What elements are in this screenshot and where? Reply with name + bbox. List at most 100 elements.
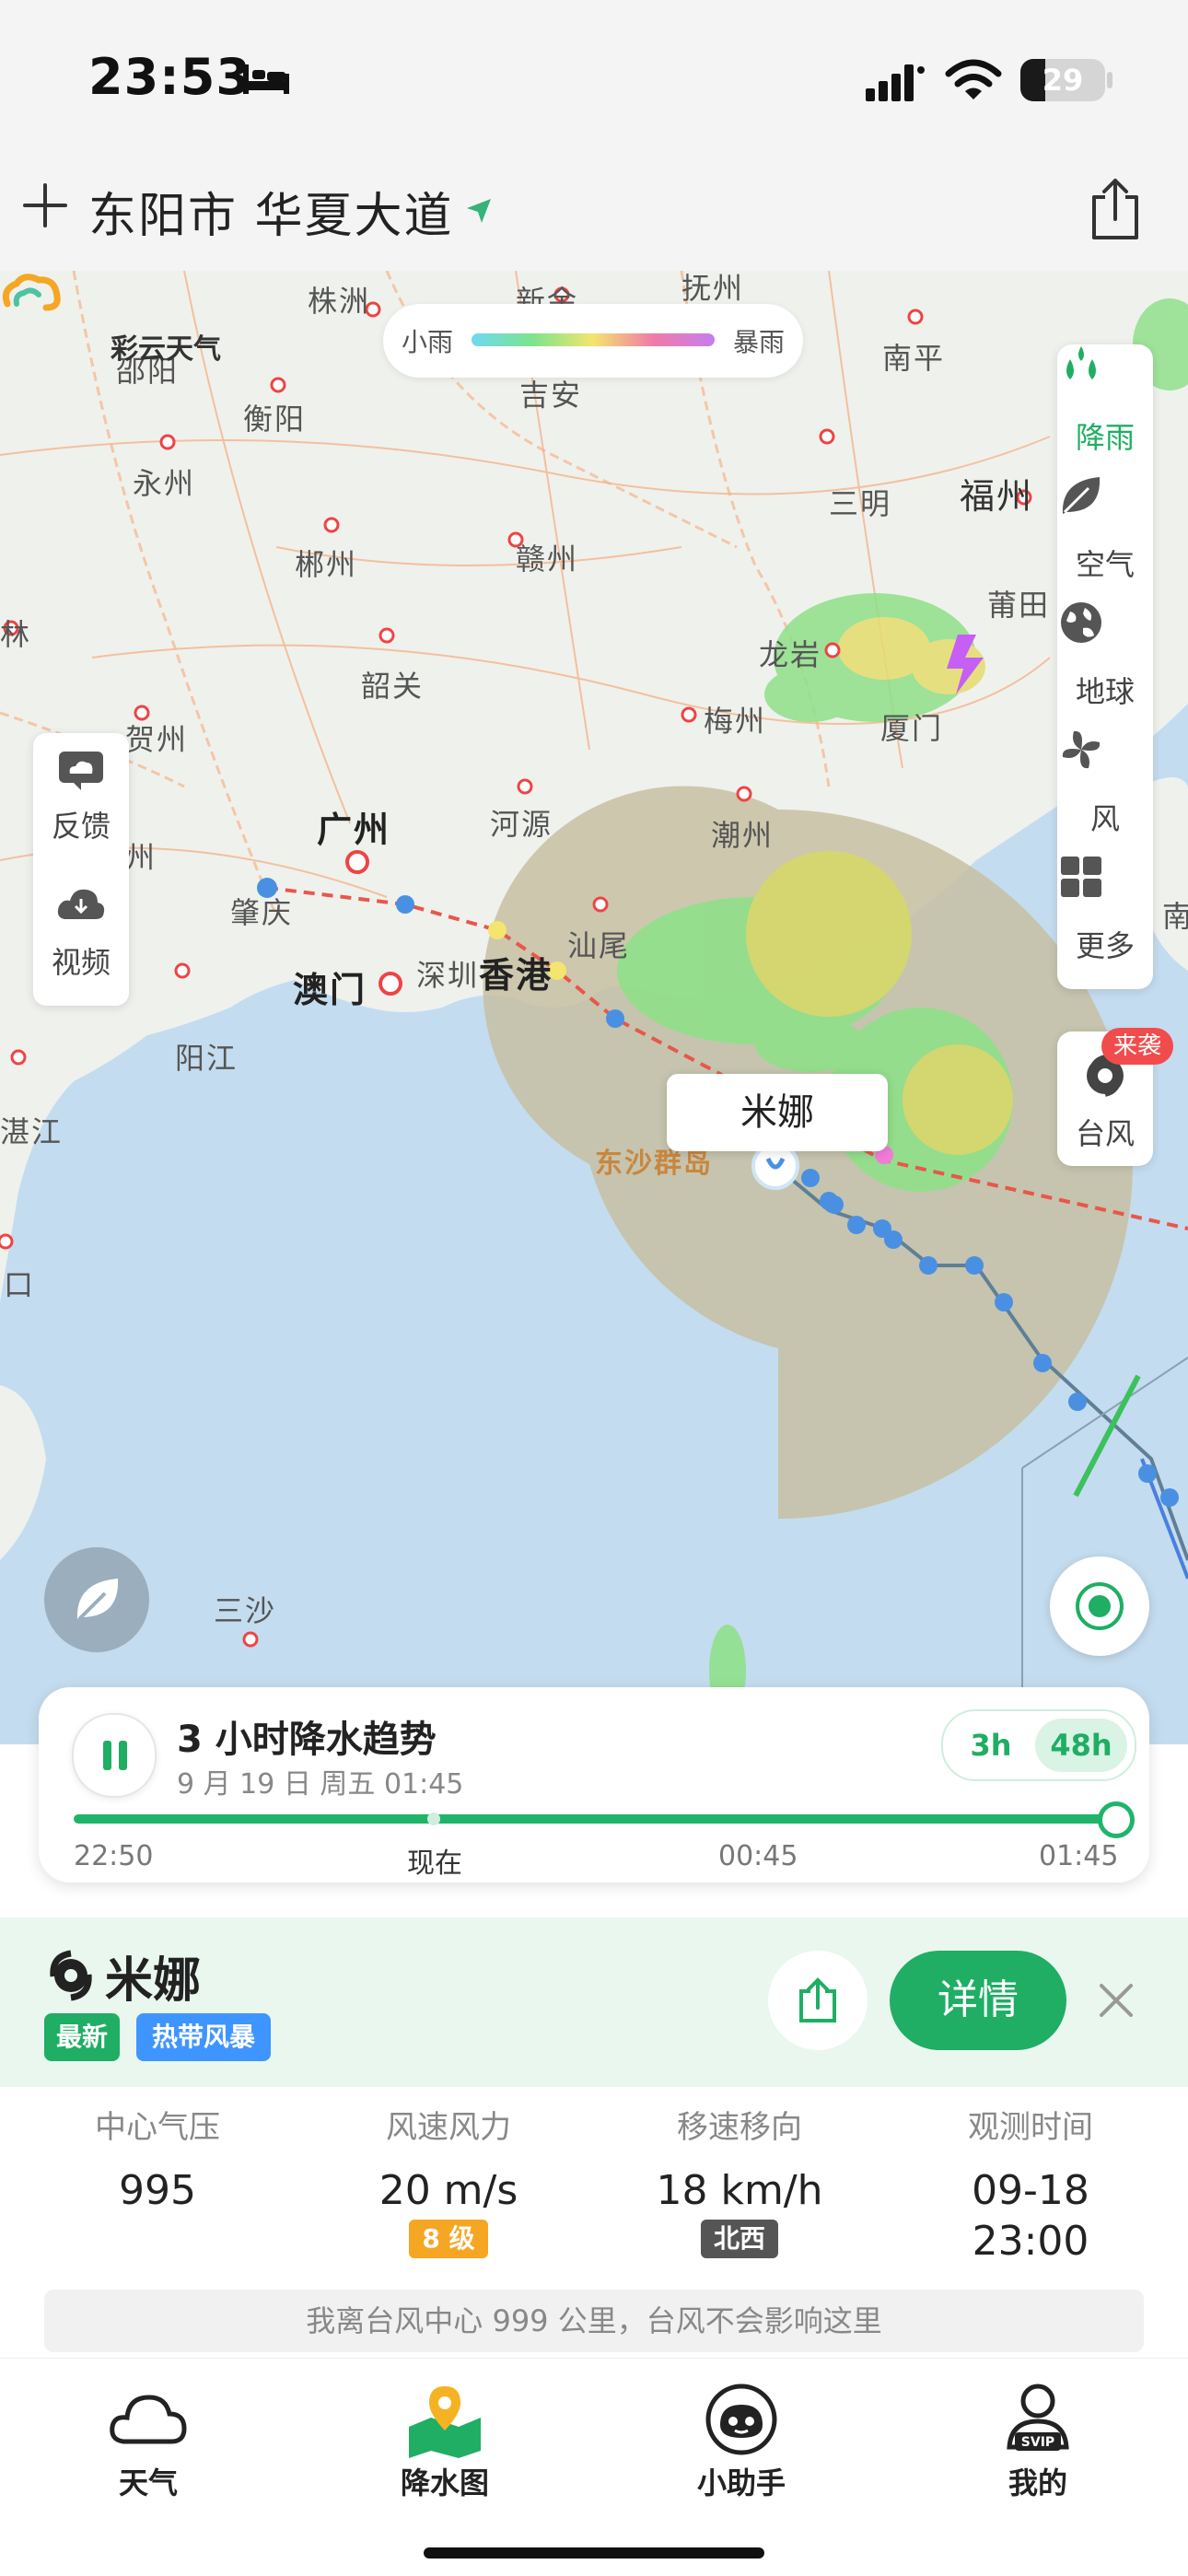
storm-name-callout[interactable]: 米娜 xyxy=(667,1074,888,1151)
layer-rain-label: 降雨 xyxy=(1075,420,1135,455)
city-label: 抚州 xyxy=(681,271,745,306)
typhoon-info-bar: 米娜 最新 热带风暴 详情 xyxy=(0,1917,1188,2087)
tab-rain-map[interactable]: 降水图 xyxy=(297,2359,593,2576)
city-label: 郴州 xyxy=(295,547,358,582)
city-label: 龙岩 xyxy=(759,637,822,672)
share-icon xyxy=(799,1977,836,2022)
city-label: 莆田 xyxy=(987,588,1051,623)
city-label: 澳门 xyxy=(293,970,367,1010)
city-label: 韶关 xyxy=(361,669,425,704)
tab-profile-label: 我的 xyxy=(1007,2465,1067,2500)
stat-label: 移速移向 xyxy=(677,2109,802,2146)
layer-more-label: 更多 xyxy=(1075,928,1135,963)
caiyun-logo-icon xyxy=(2,274,61,311)
stat-value-time: 23:00 xyxy=(972,2218,1089,2265)
stat-wind: 风速风力 20 m/s 8 级 xyxy=(300,2102,597,2258)
typhoon-layer-label: 台风 xyxy=(1075,1116,1135,1151)
map-view[interactable]: 株洲 新余 抚州 邵阳 衡阳 吉安 南平 永州 三明 福州 郴州 赣州 莆田 林… xyxy=(0,271,1188,1744)
tab-rain-map-label: 降水图 xyxy=(400,2465,489,2500)
wifi-icon xyxy=(945,59,1002,99)
feedback-label: 反馈 xyxy=(51,809,111,844)
share-icon[interactable] xyxy=(1087,177,1144,241)
typhoon-icon xyxy=(50,1950,92,2001)
city-label: 赣州 xyxy=(516,542,579,577)
city-label: 潮州 xyxy=(711,818,775,853)
range-48h-tab[interactable]: 48h xyxy=(1035,1719,1127,1772)
stat-label: 风速风力 xyxy=(386,2109,511,2146)
pause-button[interactable] xyxy=(72,1713,157,1798)
stat-value: 18 km/h xyxy=(656,2167,823,2214)
legend-low-label: 小雨 xyxy=(402,327,454,357)
video-button[interactable]: 视频 xyxy=(33,869,129,1006)
home-indicator[interactable] xyxy=(424,2547,764,2559)
range-toggle: 3h 48h xyxy=(941,1709,1136,1781)
city-label: 广州 xyxy=(317,810,391,850)
trend-title: 3 小时降水趋势 xyxy=(177,1719,437,1761)
stat-value: 995 xyxy=(119,2167,196,2214)
direction-badge: 北西 xyxy=(700,2220,778,2258)
tab-assistant[interactable]: 小助手 xyxy=(593,2359,890,2576)
status-time: 23:53 xyxy=(88,48,251,106)
city-label: 梅州 xyxy=(704,704,767,739)
leaf-icon xyxy=(1062,477,1101,514)
typhoon-share-button[interactable] xyxy=(768,1951,868,2050)
tab-assistant-label: 小助手 xyxy=(696,2465,786,2500)
range-3h-tab[interactable]: 3h xyxy=(950,1719,1031,1772)
legend-high-label: 暴雨 xyxy=(733,327,786,357)
location-arrow-icon xyxy=(467,199,491,223)
trend-date: 9 月 19 日 周五 01:45 xyxy=(177,1768,464,1801)
layer-air-button[interactable]: 空气 xyxy=(1057,472,1153,599)
rain-trend-card: 3 小时降水趋势 9 月 19 日 周五 01:45 3h 48h 22:50 … xyxy=(39,1687,1149,1882)
layer-wind-button[interactable]: 风 xyxy=(1057,726,1153,853)
layer-wind-label: 风 xyxy=(1089,801,1120,836)
timeline-now-marker xyxy=(427,1813,440,1825)
city-label: 湛江 xyxy=(0,1114,64,1149)
typhoon-name: 米娜 xyxy=(105,1953,202,2009)
timeline-track[interactable] xyxy=(74,1814,1114,1824)
battery-indicator: 29 xyxy=(1020,59,1105,101)
cloud-download-icon xyxy=(57,889,105,919)
globe-icon xyxy=(1061,602,1101,643)
city-label: 香港 xyxy=(479,955,553,996)
city-label: 南 xyxy=(1162,899,1188,934)
city-label: 衡阳 xyxy=(243,402,307,437)
feedback-button[interactable]: 反馈 xyxy=(33,733,129,869)
cloud-icon xyxy=(110,2395,187,2444)
layer-panel: 降雨 空气 地球 风 更多 xyxy=(1057,344,1153,989)
city-label: 深圳 xyxy=(416,958,480,993)
tab-weather-label: 天气 xyxy=(118,2465,178,2500)
air-quality-button[interactable] xyxy=(44,1547,149,1652)
layer-rain-button[interactable]: 降雨 xyxy=(1057,344,1153,472)
city-label: 永州 xyxy=(133,466,196,501)
stat-value: 20 m/s xyxy=(379,2167,518,2214)
typhoon-alert-badge: 来袭 xyxy=(1101,1028,1173,1065)
close-icon[interactable] xyxy=(1092,1976,1140,2024)
city-label: 州 xyxy=(125,840,157,875)
city-label: 肇庆 xyxy=(230,895,294,930)
city-label: 三沙 xyxy=(214,1593,277,1628)
location-title[interactable]: 东阳市 华夏大道 xyxy=(88,177,454,246)
target-icon xyxy=(1076,1582,1124,1630)
locate-me-button[interactable] xyxy=(1050,1556,1149,1656)
layer-air-label: 空气 xyxy=(1075,547,1135,582)
city-label: 口 xyxy=(4,1267,36,1302)
map-pin-icon xyxy=(409,2386,481,2458)
stat-observed-time: 观测时间 09-18 23:00 xyxy=(882,2102,1179,2265)
city-label: 贺州 xyxy=(125,722,189,757)
tab-weather[interactable]: 天气 xyxy=(0,2359,297,2576)
plus-icon[interactable] xyxy=(22,182,68,228)
battery-nub xyxy=(1107,72,1112,88)
layer-globe-button[interactable]: 地球 xyxy=(1057,599,1153,726)
tag-storm-type: 热带风暴 xyxy=(136,2013,271,2061)
tab-profile[interactable]: SVIP 我的 xyxy=(890,2359,1186,2576)
fan-icon xyxy=(1062,730,1101,769)
tag-latest: 最新 xyxy=(44,2013,120,2061)
city-label: 河源 xyxy=(490,807,553,842)
timeline-thumb[interactable] xyxy=(1098,1801,1135,1838)
stat-pressure: 中心气压 995 xyxy=(9,2102,306,2214)
sleep-bed-icon xyxy=(243,64,289,94)
city-label: 三明 xyxy=(829,486,892,521)
rain-legend: 小雨 暴雨 xyxy=(383,304,803,378)
layer-more-button[interactable]: 更多 xyxy=(1057,853,1153,980)
typhoon-detail-button[interactable]: 详情 xyxy=(890,1951,1066,2050)
